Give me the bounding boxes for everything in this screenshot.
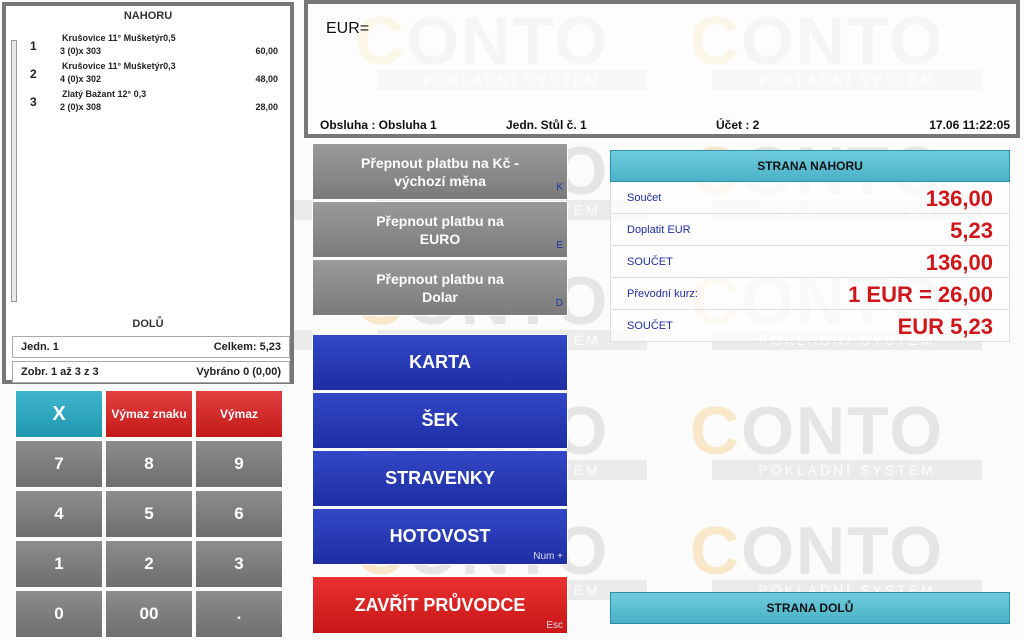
close-wizard-button[interactable]: ZAVŘÍT PRŮVODCE Esc	[312, 576, 568, 634]
selected-count: Vybráno 0 (0,00)	[196, 366, 281, 378]
summary-value: EUR 5,23	[897, 314, 993, 339]
unit-total-box: Jedn. 1 Celkem: 5,23	[12, 336, 290, 358]
key-1[interactable]: 1	[15, 540, 103, 588]
key-8[interactable]: 8	[105, 440, 193, 488]
receipt-panel: NAHORU 1 Krušovice 11° Mušketýr0,5 3 (0)…	[2, 2, 294, 384]
meal-voucher-label: STRAVENKY	[385, 468, 495, 488]
hotkey-label: E	[556, 240, 563, 251]
item-number: 3	[30, 95, 37, 109]
cash-button[interactable]: HOTOVOST Num +	[312, 508, 568, 565]
key-5[interactable]: 5	[105, 490, 193, 538]
key-9[interactable]: 9	[195, 440, 283, 488]
key-0[interactable]: 0	[15, 590, 103, 638]
check-label: ŠEK	[421, 410, 459, 430]
scroll-up-button[interactable]: NAHORU	[6, 10, 290, 22]
check-button[interactable]: ŠEK	[312, 392, 568, 449]
hotkey-label: Num +	[533, 551, 563, 562]
switch-euro-button[interactable]: Přepnout platbu na EURO E	[312, 201, 568, 258]
delete-key[interactable]: Výmaz	[195, 390, 283, 438]
clear-key[interactable]: X	[15, 390, 103, 438]
item-name: Krušovice 11° Mušketýr0,3	[62, 61, 176, 71]
summary-label: Převodní kurz:	[627, 288, 698, 300]
entry-display: EUR= Obsluha : Obsluha 1 Jedn. Stůl č. 1…	[304, 0, 1020, 138]
account-label: Účet : 2	[716, 118, 760, 132]
receipt-item[interactable]: 3 Zlatý Bažant 12° 0,3 2 (0)x 308 28,00	[6, 89, 286, 117]
summary-value: 136,00	[925, 186, 993, 211]
unit-label: Jedn. 1	[21, 341, 59, 353]
item-name: Zlatý Bažant 12° 0,3	[62, 89, 147, 99]
summary-row: Převodní kurz: 1 EUR = 26,00	[610, 278, 1010, 310]
item-quantity: 3 (0)x 303	[60, 46, 102, 56]
card-button[interactable]: KARTA	[312, 334, 568, 391]
operator-label: Obsluha : Obsluha 1	[320, 118, 437, 132]
switch-euro-label: Přepnout platbu na EURO	[376, 212, 504, 247]
key-6[interactable]: 6	[195, 490, 283, 538]
hotkey-label: K	[556, 182, 563, 193]
meal-voucher-button[interactable]: STRAVENKY	[312, 450, 568, 507]
receipt-item[interactable]: 2 Krušovice 11° Mušketýr0,3 4 (0)x 302 4…	[6, 61, 286, 89]
scroll-down-button[interactable]: DOLŮ	[6, 318, 290, 330]
item-price: 48,00	[255, 74, 278, 84]
summary-label: SOUČET	[627, 320, 673, 332]
payment-summary: STRANA NAHORU Součet 136,00 Doplatit EUR…	[610, 150, 1010, 342]
numeric-keypad: X Výmaz znaku Výmaz 7 8 9 4 5 6 1 2 3 0 …	[15, 390, 285, 640]
switch-czk-button[interactable]: Přepnout platbu na Kč - výchozí měna K	[312, 143, 568, 200]
summary-label: SOUČET	[627, 256, 673, 268]
item-name: Krušovice 11° Mušketýr0,5	[62, 33, 176, 43]
summary-row: SOUČET 136,00	[610, 246, 1010, 278]
shown-count: Zobr. 1 až 3 z 3	[21, 366, 99, 378]
key-3[interactable]: 3	[195, 540, 283, 588]
switch-czk-label: Přepnout platbu na Kč - výchozí měna	[361, 154, 519, 189]
table-label: Jedn. Stůl č. 1	[506, 118, 587, 132]
item-price: 28,00	[255, 102, 278, 112]
datetime-label: 17.06 11:22:05	[929, 118, 1010, 132]
summary-value: 136,00	[925, 250, 993, 275]
close-wizard-label: ZAVŘÍT PRŮVODCE	[354, 594, 526, 615]
summary-value: 5,23	[950, 218, 993, 243]
summary-label: Součet	[627, 192, 662, 204]
summary-label: Doplatit EUR	[627, 224, 691, 236]
item-number: 2	[30, 67, 37, 81]
key-4[interactable]: 4	[15, 490, 103, 538]
key-00[interactable]: 00	[105, 590, 193, 638]
hotkey-label: D	[555, 298, 563, 309]
summary-page-up-button[interactable]: STRANA NAHORU	[610, 150, 1010, 182]
summary-row: SOUČET EUR 5,23	[610, 310, 1010, 342]
summary-row: Součet 136,00	[610, 182, 1010, 214]
key-decimal[interactable]: .	[195, 590, 283, 638]
item-price: 60,00	[255, 46, 278, 56]
entry-field[interactable]: EUR=	[326, 20, 369, 38]
summary-value: 1 EUR = 26,00	[848, 282, 993, 307]
switch-dolar-label: Přepnout platbu na Dolar	[376, 270, 504, 305]
summary-page-down-button[interactable]: STRANA DOLŮ	[610, 592, 1010, 624]
summary-row: Doplatit EUR 5,23	[610, 214, 1010, 246]
item-quantity: 4 (0)x 302	[60, 74, 102, 84]
cash-label: HOTOVOST	[389, 526, 491, 546]
total-label: Celkem: 5,23	[213, 341, 281, 353]
watermark-logo: CONTOPOKLADNÍ SYSTÉM	[690, 393, 990, 490]
switch-dolar-button[interactable]: Přepnout platbu na Dolar D	[312, 259, 568, 316]
item-quantity: 2 (0)x 308	[60, 102, 102, 112]
key-2[interactable]: 2	[105, 540, 193, 588]
card-label: KARTA	[409, 352, 471, 372]
selection-box: Zobr. 1 až 3 z 3 Vybráno 0 (0,00)	[12, 361, 290, 383]
hotkey-label: Esc	[546, 620, 563, 631]
delete-char-key[interactable]: Výmaz znaku	[105, 390, 193, 438]
key-7[interactable]: 7	[15, 440, 103, 488]
receipt-item[interactable]: 1 Krušovice 11° Mušketýr0,5 3 (0)x 303 6…	[6, 33, 286, 61]
item-number: 1	[30, 39, 37, 53]
